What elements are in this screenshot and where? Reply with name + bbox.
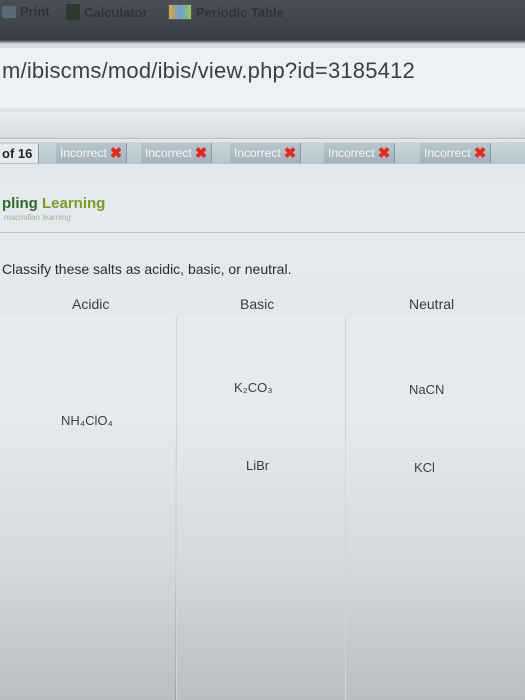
toolbar bbox=[0, 112, 525, 139]
brand-name-main: pling bbox=[2, 195, 38, 212]
brand-tagline: macmillan learning bbox=[4, 213, 71, 222]
tab-question-1[interactable]: Incorrect ✖ bbox=[56, 143, 128, 163]
incorrect-x-icon: ✖ bbox=[377, 145, 391, 162]
salt-chip-k2co3[interactable]: K₂CO₃ bbox=[234, 380, 273, 395]
column-header-neutral: Neutral bbox=[409, 296, 455, 312]
salt-chip-nacn[interactable]: NaCN bbox=[409, 382, 444, 397]
incorrect-x-icon: ✖ bbox=[194, 145, 208, 162]
question-prompt: Classify these salts as acidic, basic, o… bbox=[2, 261, 292, 277]
calculator-icon bbox=[66, 4, 80, 20]
print-label: Print bbox=[20, 4, 50, 19]
drop-zone-acidic[interactable] bbox=[0, 318, 175, 700]
tab-label: Incorrect bbox=[234, 146, 281, 160]
tab-question-2[interactable]: Incorrect ✖ bbox=[141, 143, 213, 163]
periodic-table-button[interactable]: Periodic Table bbox=[168, 4, 284, 20]
calculator-button[interactable]: Calculator bbox=[66, 4, 148, 20]
tab-question-4[interactable]: Incorrect ✖ bbox=[324, 143, 396, 163]
incorrect-x-icon: ✖ bbox=[109, 145, 123, 162]
url-text[interactable]: m/ibiscms/mod/ibis/view.php?id=3185412 bbox=[2, 58, 415, 84]
tab-label: Incorrect bbox=[424, 146, 471, 160]
tab-label: Incorrect bbox=[145, 146, 192, 160]
calculator-label: Calculator bbox=[84, 4, 148, 20]
divider bbox=[0, 232, 525, 233]
column-header-acidic: Acidic bbox=[72, 296, 110, 312]
salt-chip-kcl[interactable]: KCl bbox=[414, 460, 435, 475]
salt-chip-nh4clo4[interactable]: NH₄ClO₄ bbox=[61, 413, 113, 428]
periodic-table-label: Periodic Table bbox=[196, 4, 284, 20]
incorrect-x-icon: ✖ bbox=[473, 145, 487, 162]
page-count: of 16 bbox=[0, 144, 40, 163]
brand-name-accent: Learning bbox=[37, 195, 106, 212]
tab-question-3[interactable]: Incorrect ✖ bbox=[230, 143, 302, 163]
brand-logo: pling Learning bbox=[2, 195, 105, 212]
drop-zone-basic[interactable] bbox=[176, 318, 345, 700]
tab-label: Incorrect bbox=[328, 146, 375, 160]
tab-question-5[interactable]: Incorrect ✖ bbox=[420, 143, 492, 163]
column-header-basic: Basic bbox=[240, 296, 275, 312]
tab-label: Incorrect bbox=[60, 146, 107, 160]
drop-zone-neutral[interactable] bbox=[345, 318, 525, 700]
print-button[interactable]: Print bbox=[2, 4, 50, 19]
salt-chip-libr[interactable]: LiBr bbox=[246, 458, 269, 473]
print-icon bbox=[2, 5, 16, 18]
periodic-table-icon bbox=[168, 4, 192, 20]
incorrect-x-icon: ✖ bbox=[283, 145, 297, 162]
